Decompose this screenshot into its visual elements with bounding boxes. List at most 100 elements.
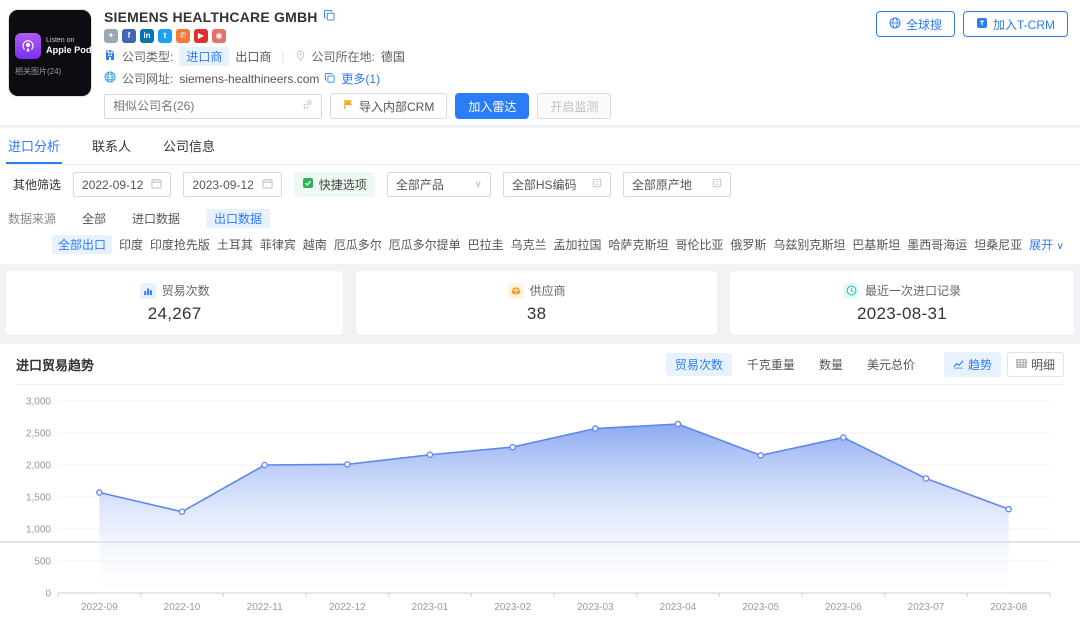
youtube-icon[interactable]: ▶ bbox=[194, 29, 208, 43]
country-item[interactable]: 印度抢先版 bbox=[150, 236, 210, 253]
web-icon[interactable]: ✦ bbox=[104, 29, 118, 43]
import-crm-label: 导入内部CRM bbox=[359, 98, 434, 115]
data-source-panel: 数据来源 全部 进口数据 出口数据 全部出口 印度 印度抢先版 土耳其 菲律宾 … bbox=[0, 203, 1080, 264]
link-icon bbox=[302, 99, 313, 113]
area-chart-svg: 05001,0001,5002,0002,5003,0002022-092022… bbox=[16, 389, 1064, 617]
country-item[interactable]: 孟加拉国 bbox=[554, 236, 602, 253]
add-radar-label: 加入雷达 bbox=[468, 98, 516, 115]
tab-contacts[interactable]: 联系人 bbox=[90, 128, 133, 164]
instagram-icon[interactable]: ◉ bbox=[212, 29, 226, 43]
start-monitor-label: 开启监测 bbox=[550, 98, 598, 115]
tab-import-analysis[interactable]: 进口分析 bbox=[6, 128, 62, 164]
svg-text:2023-07: 2023-07 bbox=[908, 602, 945, 613]
country-item[interactable]: 乌兹别克斯坦 bbox=[773, 236, 845, 253]
add-radar-button[interactable]: 加入雷达 bbox=[455, 93, 529, 119]
website-more-link[interactable]: 更多(1) bbox=[341, 70, 380, 87]
metric-quantity[interactable]: 数量 bbox=[810, 353, 852, 376]
twitter-icon[interactable]: t bbox=[158, 29, 172, 43]
trend-section: 进口贸易趋势 贸易次数 千克重量 数量 美元总价 趋势 明细 bbox=[0, 344, 1080, 620]
bar-chart-icon bbox=[140, 283, 156, 299]
svg-text:2023-02: 2023-02 bbox=[494, 602, 531, 613]
metric-weight[interactable]: 千克重量 bbox=[738, 353, 804, 376]
tab-company-info[interactable]: 公司信息 bbox=[161, 128, 217, 164]
country-item[interactable]: 巴基斯坦 bbox=[852, 236, 900, 253]
list-icon bbox=[712, 178, 722, 191]
location-value: 德国 bbox=[381, 48, 405, 65]
country-item[interactable]: 巴拉圭 bbox=[468, 236, 504, 253]
country-item[interactable]: 坦桑尼亚 bbox=[974, 236, 1022, 253]
ds-option-import[interactable]: 进口数据 bbox=[132, 210, 180, 227]
expand-label: 展开 bbox=[1029, 238, 1053, 252]
expand-link[interactable]: 展开 ∨ bbox=[1029, 236, 1064, 253]
filter-bar: 其他筛选 2022-09-12 2023-09-12 快捷选项 全部产品 ∨ 全… bbox=[0, 165, 1080, 203]
phone-icon[interactable]: ✆ bbox=[176, 29, 190, 43]
view-trend-button[interactable]: 趋势 bbox=[944, 352, 1001, 377]
join-tcrm-label: 加入T-CRM bbox=[993, 16, 1055, 33]
hs-code-select[interactable]: 全部HS编码 bbox=[503, 172, 611, 197]
start-monitor-button[interactable]: 开启监测 bbox=[537, 93, 611, 119]
logo-line2: Apple Podcasts bbox=[46, 45, 115, 55]
metric-usd-total[interactable]: 美元总价 bbox=[858, 353, 924, 376]
svg-text:1,500: 1,500 bbox=[26, 493, 51, 504]
country-item[interactable]: 厄瓜多尔 bbox=[334, 236, 382, 253]
ds-option-export[interactable]: 出口数据 bbox=[206, 209, 270, 228]
website-label: 公司网址: bbox=[122, 70, 173, 87]
line-chart-icon bbox=[953, 358, 964, 372]
copy-company-name-icon[interactable] bbox=[324, 10, 335, 24]
svg-text:3,000: 3,000 bbox=[26, 397, 51, 408]
social-icons: ✦ f in t ✆ ▶ ◉ bbox=[104, 29, 611, 43]
date-from-picker[interactable]: 2022-09-12 bbox=[73, 172, 171, 197]
country-item[interactable]: 厄瓜多尔提单 bbox=[389, 236, 461, 253]
company-type-export[interactable]: 出口商 bbox=[235, 48, 271, 65]
product-select[interactable]: 全部产品 ∨ bbox=[387, 172, 491, 197]
country-all-export[interactable]: 全部出口 bbox=[52, 235, 112, 254]
flag-icon bbox=[343, 99, 354, 113]
product-select-value: 全部产品 bbox=[396, 176, 444, 193]
date-to-picker[interactable]: 2023-09-12 bbox=[183, 172, 281, 197]
country-item[interactable]: 越南 bbox=[303, 236, 327, 253]
origin-select[interactable]: 全部原产地 bbox=[623, 172, 731, 197]
svg-text:2,500: 2,500 bbox=[26, 429, 51, 440]
join-tcrm-button[interactable]: 加入T-CRM bbox=[963, 11, 1068, 37]
svg-text:0: 0 bbox=[45, 589, 51, 600]
table-icon bbox=[1016, 358, 1027, 372]
svg-text:2022-12: 2022-12 bbox=[329, 602, 366, 613]
svg-text:1,000: 1,000 bbox=[26, 525, 51, 536]
supplier-icon bbox=[508, 283, 524, 299]
country-item[interactable]: 土耳其 bbox=[217, 236, 253, 253]
import-crm-button[interactable]: 导入内部CRM bbox=[330, 93, 447, 119]
svg-text:2023-01: 2023-01 bbox=[412, 602, 449, 613]
global-search-button[interactable]: 全球搜 bbox=[876, 11, 955, 37]
country-item[interactable]: 菲律宾 bbox=[260, 236, 296, 253]
quick-options-button[interactable]: 快捷选项 bbox=[294, 172, 375, 197]
ds-option-all[interactable]: 全部 bbox=[82, 210, 106, 227]
clock-icon bbox=[843, 283, 859, 299]
copy-website-icon[interactable] bbox=[325, 72, 335, 86]
country-item[interactable]: 印度 bbox=[119, 236, 143, 253]
country-item[interactable]: 哥伦比亚 bbox=[675, 236, 723, 253]
metric-trade-count[interactable]: 贸易次数 bbox=[666, 353, 732, 376]
quick-options-label: 快捷选项 bbox=[319, 176, 367, 193]
country-item[interactable]: 俄罗斯 bbox=[730, 236, 766, 253]
date-from-value: 2022-09-12 bbox=[82, 178, 143, 192]
trend-chart[interactable]: 05001,0001,5002,0002,5003,0002022-092022… bbox=[16, 385, 1064, 620]
country-item[interactable]: 哈萨克斯坦 bbox=[608, 236, 668, 253]
stat-cards: 贸易次数 24,267 供应商 38 最近一次进口记录 2023-08-31 bbox=[0, 264, 1080, 344]
company-type-import-chip[interactable]: 进口商 bbox=[179, 47, 229, 66]
company-type-label: 公司类型: bbox=[122, 48, 173, 65]
similar-companies-input[interactable] bbox=[104, 94, 322, 119]
country-item[interactable]: 墨西哥海运 bbox=[907, 236, 967, 253]
other-filters-label[interactable]: 其他筛选 bbox=[13, 176, 61, 193]
website-value[interactable]: siemens-healthineers.com bbox=[179, 72, 319, 86]
main-tabs: 进口分析 联系人 公司信息 bbox=[0, 128, 1080, 165]
company-logo: Listen on Apple Podcasts 相关图片(24) bbox=[8, 9, 92, 97]
similar-companies-field[interactable] bbox=[113, 99, 296, 113]
chevron-down-icon: ∨ bbox=[1057, 241, 1064, 252]
view-detail-button[interactable]: 明细 bbox=[1007, 352, 1064, 377]
svg-text:2022-09: 2022-09 bbox=[81, 602, 118, 613]
hs-code-value: 全部HS编码 bbox=[512, 176, 577, 193]
linkedin-icon[interactable]: in bbox=[140, 29, 154, 43]
facebook-icon[interactable]: f bbox=[122, 29, 136, 43]
svg-text:2023-03: 2023-03 bbox=[577, 602, 614, 613]
country-item[interactable]: 乌克兰 bbox=[511, 236, 547, 253]
